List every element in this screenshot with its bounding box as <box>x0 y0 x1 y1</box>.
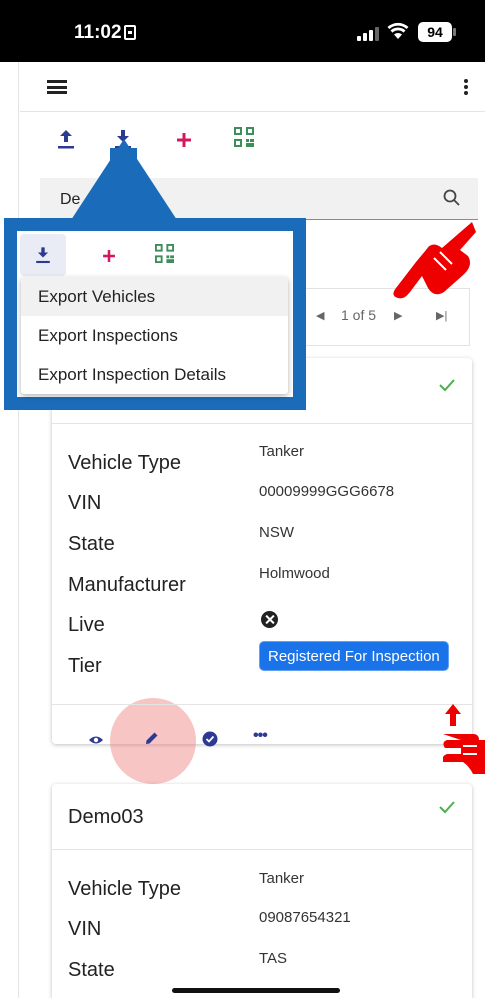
qr-code-icon[interactable] <box>155 244 174 263</box>
pointing-hand-icon <box>393 222 476 299</box>
check-icon <box>439 379 455 392</box>
field-value: Tanker <box>259 870 305 887</box>
field-label: VIN <box>68 918 102 940</box>
field-value: Tanker <box>259 443 305 460</box>
pagination-label: 1 of 5 <box>341 307 377 323</box>
field-label: Tier <box>68 655 102 677</box>
status-time: 11:02 <box>74 22 122 43</box>
field-label: State <box>68 959 115 981</box>
menu-icon[interactable] <box>47 80 67 94</box>
menu-item-export-inspections[interactable]: Export Inspections <box>21 316 288 355</box>
qr-code-icon[interactable] <box>234 127 254 147</box>
field-label: Vehicle Type <box>68 452 182 474</box>
previous-page-icon[interactable]: ◀ <box>316 309 324 322</box>
last-page-icon[interactable]: ▶| <box>436 309 447 322</box>
field-value: Holmwood <box>259 565 330 582</box>
check-circle-icon[interactable] <box>202 731 218 747</box>
field-label: Live <box>68 614 105 636</box>
status-bar: 11:02 94 <box>0 0 485 62</box>
callout-stem <box>110 148 137 220</box>
more-horiz-icon[interactable]: ••• <box>253 727 268 745</box>
signal-icon <box>357 27 379 41</box>
home-indicator <box>172 988 340 993</box>
field-value: 00009999GGG6678 <box>259 483 395 500</box>
download-icon <box>36 247 50 264</box>
battery-indicator: 94 <box>418 22 452 42</box>
more-vert-icon[interactable] <box>464 79 468 95</box>
pointing-hand-icon <box>443 704 485 774</box>
field-value: NSW <box>259 524 294 541</box>
field-label: Vehicle Type <box>68 878 182 900</box>
eye-icon[interactable] <box>88 734 104 746</box>
field-label: VIN <box>68 492 102 514</box>
field-label: State <box>68 533 115 555</box>
menu-item-export-inspection-details[interactable]: Export Inspection Details <box>21 355 288 394</box>
wifi-icon <box>387 22 409 45</box>
search-icon[interactable] <box>442 188 462 208</box>
lock-icon <box>124 25 136 40</box>
field-value: TAS <box>259 950 288 967</box>
field-value: 09087654321 <box>259 909 351 926</box>
status-badge: Registered For Inspection <box>259 641 449 671</box>
vehicle-card: Demo03 Vehicle Type Tanker VIN 090876543… <box>52 784 472 998</box>
download-button-active[interactable] <box>20 234 66 276</box>
battery-tip <box>453 28 456 36</box>
card-title: Demo03 <box>68 806 144 828</box>
app-bar <box>20 62 485 112</box>
add-icon[interactable] <box>98 245 120 267</box>
card-action-bar <box>52 704 472 705</box>
menu-item-export-vehicles[interactable]: Export Vehicles <box>21 277 288 316</box>
vehicle-card: Vehicle Type Tanker VIN 00009999GGG6678 … <box>52 358 472 744</box>
field-label: Manufacturer <box>68 574 186 596</box>
export-menu: Export Vehicles Export Inspections Expor… <box>21 277 288 394</box>
close-circle-icon <box>261 611 278 628</box>
next-page-icon[interactable]: ▶ <box>394 309 402 322</box>
check-icon <box>439 801 455 814</box>
pencil-icon[interactable] <box>144 730 160 746</box>
